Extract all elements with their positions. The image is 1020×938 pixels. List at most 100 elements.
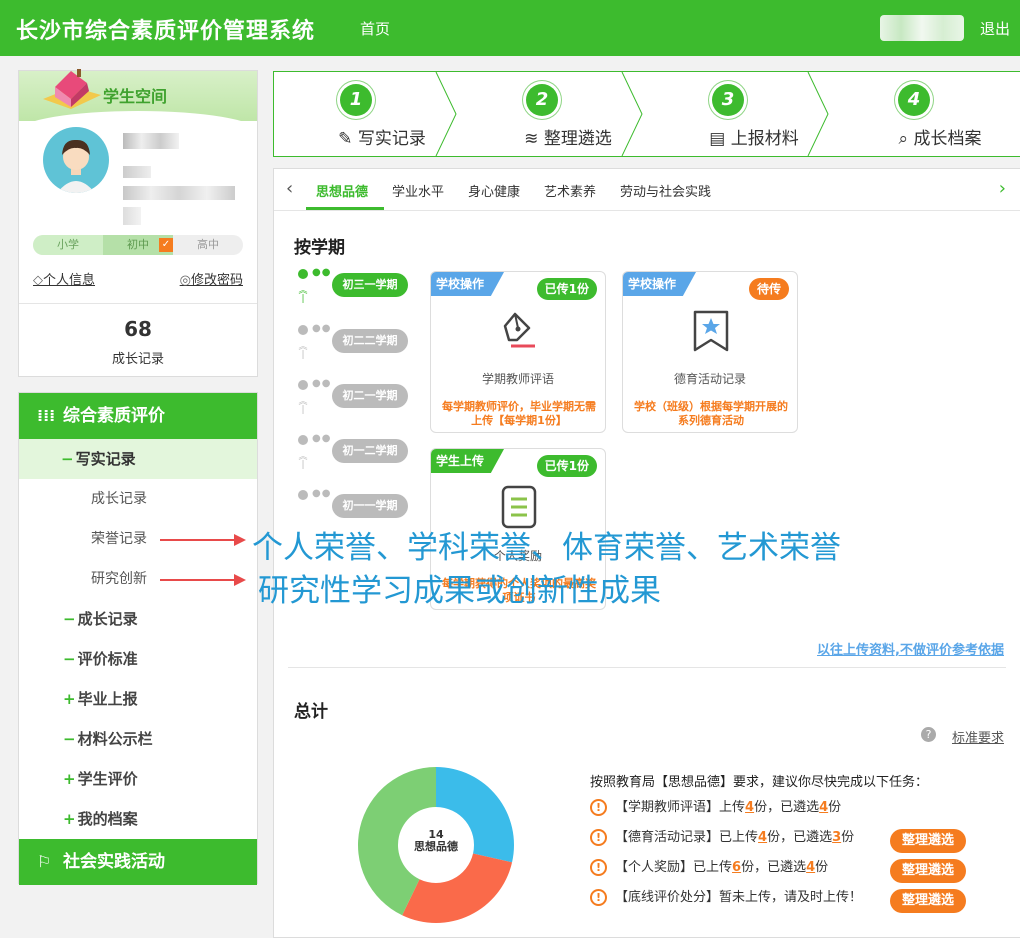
task-name: 【德育活动记录】 (615, 830, 720, 845)
chevron-divider (435, 72, 457, 156)
term-item[interactable]: 初三一学期 (332, 273, 408, 297)
divider (288, 667, 1006, 668)
step-report-material[interactable]: 3 ▤ 上报材料 (646, 72, 833, 156)
step-writing-record[interactable]: 1 ✎ 写实记录 (274, 72, 461, 156)
timeline-dots: ●● (312, 433, 332, 444)
menu-item-label: 毕业上报 (77, 690, 138, 708)
menu-subitem-growth-record[interactable]: 成长记录 (19, 479, 257, 519)
task-row: ! 【底线评价处分】暂未上传，请及时上传！ (590, 887, 862, 909)
minus-icon: − (63, 730, 76, 748)
personal-info-link[interactable]: ◇个人信息 (33, 269, 95, 288)
menu-item-my-archive[interactable]: + 我的档案 (19, 799, 257, 839)
term-item[interactable]: 初二一学期 (332, 384, 408, 408)
step-number: 4 (898, 84, 930, 116)
stage-junior[interactable]: 初中 ✓ (103, 235, 173, 255)
term-item[interactable]: 初一一学期 (332, 494, 408, 518)
task-row: ! 【学期教师评语】上传4份，已遴选4份 (590, 797, 841, 819)
step-label-text: 整理遴选 (543, 129, 612, 149)
user-name-blurred (880, 15, 964, 41)
tab-moral[interactable]: 思想品德 (316, 181, 368, 200)
record-card-teacher-comment[interactable]: 学校操作 已传1份 学期教师评语 每学期教师评价，毕业学期无需上传【每学期1份】 (430, 271, 606, 433)
card-name: 学期教师评语 (481, 372, 554, 386)
step-organize-select[interactable]: 2 ≋ 整理遴选 (460, 72, 647, 156)
home-link[interactable]: 首页 (360, 18, 390, 39)
annotation-research-types: 研究性学习成果或创新性成果 (258, 573, 661, 609)
avatar (43, 127, 109, 193)
task-name: 【个人奖励】 (615, 860, 694, 875)
plus-icon: + (63, 690, 76, 708)
task-text: 暂未上传，请及时上传！ (719, 890, 863, 905)
warning-icon: ! (590, 889, 607, 906)
menu-item-growth-record[interactable]: − 成长记录 (19, 599, 257, 639)
step-number: 3 (712, 84, 744, 116)
stage-senior[interactable]: 高中 (173, 235, 243, 255)
organize-select-button[interactable]: 整理遴选 (890, 859, 966, 883)
menu-item-material-board[interactable]: − 材料公示栏 (19, 719, 257, 759)
card-type-tag: 学生上传 (431, 449, 505, 473)
step-label-text: 写实记录 (357, 129, 426, 149)
task-text: 份，已遴选 (741, 860, 807, 875)
tab-art[interactable]: 艺术素养 (544, 181, 596, 200)
timeline-dot (298, 380, 308, 390)
chevron-up-icon: ︽ | (298, 452, 308, 470)
standard-requirement-link[interactable]: 标准要求 (952, 727, 1004, 746)
step-number: 2 (526, 84, 558, 116)
menu-item-student-evaluation[interactable]: + 学生评价 (19, 759, 257, 799)
term-item[interactable]: 初一二学期 (332, 439, 408, 463)
timeline-dot (298, 325, 308, 335)
chevron-right-icon[interactable]: › (999, 178, 1006, 199)
student-info-blurred (123, 166, 151, 178)
top-bar: 长沙市综合素质评价管理系统 首页 退出 (0, 0, 1020, 56)
diamond-icon: ◇ (33, 273, 43, 288)
timeline-dots: ●● (312, 378, 332, 389)
step-label: ⌕ 成长档案 (850, 124, 1020, 149)
profile-links: ◇个人信息 ◎修改密码 (33, 269, 243, 288)
plus-icon: + (63, 810, 76, 828)
stage-junior-label: 初中 (127, 238, 149, 251)
grid-icon: ⁞⁞⁞ (37, 406, 56, 425)
tab-labor[interactable]: 劳动与社会实践 (620, 181, 711, 200)
menu-item-label: 评价标准 (77, 650, 138, 668)
task-name: 【底线评价处分】 (615, 890, 720, 905)
search-doc-icon: ⌕ (898, 129, 914, 149)
warning-icon: ! (590, 829, 607, 846)
tab-health[interactable]: 身心健康 (468, 181, 520, 200)
menu-section-label: 社会实践活动 (63, 852, 165, 872)
profile-header: 学生空间 (19, 69, 257, 131)
timeline-dot (298, 490, 308, 500)
side-menu: ⁞⁞⁞ 综合素质评价 − 写实记录 成长记录 荣誉记录 研究创新 − 成长记录 − 评价… (18, 392, 258, 885)
house-icon (43, 69, 101, 109)
menu-item-evaluation-standard[interactable]: − 评价标准 (19, 639, 257, 679)
menu-section-comprehensive[interactable]: ⁞⁞⁞ 综合素质评价 (19, 393, 257, 439)
task-name: 【学期教师评语】 (615, 800, 720, 815)
logout-link[interactable]: 退出 (980, 18, 1010, 39)
chevron-left-icon[interactable]: ‹ (286, 178, 293, 199)
menu-section-social-practice[interactable]: ⚐ 社会实践活动 (19, 839, 257, 885)
timeline-dot (298, 435, 308, 445)
organize-select-button[interactable]: 整理遴选 (890, 889, 966, 913)
task-intro: 按照教育局【思想品德】要求，建议你尽快完成以下任务： (590, 775, 929, 790)
menu-item-writing-record[interactable]: − 写实记录 (19, 439, 257, 479)
minus-icon: − (61, 450, 74, 468)
tab-academic[interactable]: 学业水平 (392, 181, 444, 200)
upload-status-badge: 待传 (748, 278, 789, 300)
menu-item-label: 写实记录 (75, 450, 136, 468)
flag-icon: ⚐ (37, 852, 52, 871)
stage-primary[interactable]: 小学 (33, 235, 103, 255)
chevron-up-icon: ︽ | (298, 397, 308, 415)
task-text: 已上传 (719, 830, 759, 845)
menu-item-graduation-report[interactable]: + 毕业上报 (19, 679, 257, 719)
timeline-dot (298, 269, 308, 279)
task-row: ! 【德育活动记录】已上传4份，已遴选3份 (590, 827, 854, 849)
category-tabs: ‹ 思想品德 学业水平 身心健康 艺术素养 劳动与社会实践 › (274, 169, 1020, 211)
old-uploads-link[interactable]: 以往上传资料,不做评价参考依据 (817, 639, 1004, 658)
record-card-moral-activity[interactable]: 学校操作 待传 德育活动记录 学校（班级）根据每学期开展的系列德育活动 (622, 271, 798, 433)
question-icon: ? (921, 727, 936, 742)
step-growth-archive[interactable]: 4 ⌕ 成长档案 (832, 72, 1019, 156)
card-type-tag: 学校操作 (431, 272, 505, 296)
clipboard-icon: ▤ (709, 129, 731, 149)
task-upload-count: 6 (732, 860, 742, 875)
change-password-link[interactable]: ◎修改密码 (180, 269, 243, 288)
term-item[interactable]: 初二二学期 (332, 329, 408, 353)
organize-select-button[interactable]: 整理遴选 (890, 829, 966, 853)
